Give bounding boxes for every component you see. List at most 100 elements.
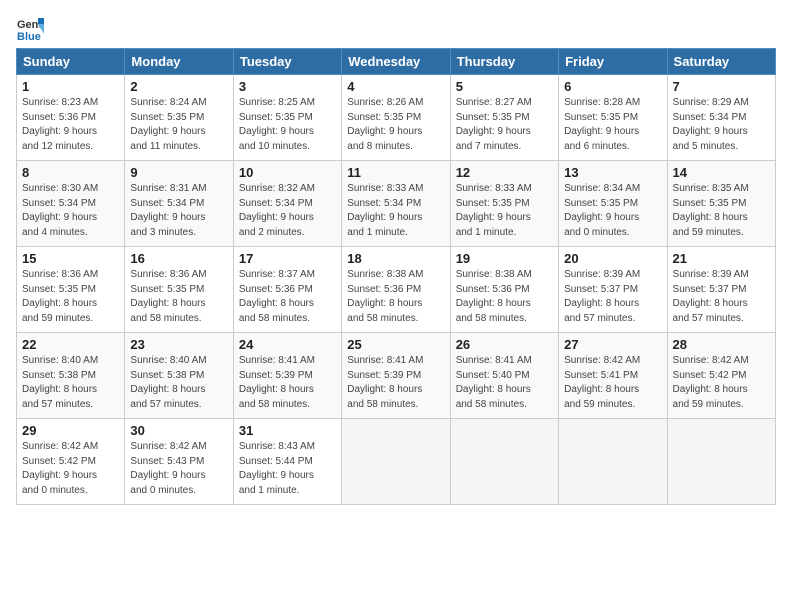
calendar-day-cell: 3 Sunrise: 8:25 AMSunset: 5:35 PMDaylight… bbox=[233, 75, 341, 161]
day-of-week-header: Tuesday bbox=[233, 49, 341, 75]
calendar-day-cell: 19 Sunrise: 8:38 AMSunset: 5:36 PMDayligh… bbox=[450, 247, 558, 333]
calendar-day-cell: 29 Sunrise: 8:42 AMSunset: 5:42 PMDayligh… bbox=[17, 419, 125, 505]
calendar-day-cell: 14Sunrise: 8:35 AMSunset: 5:35 PMDayligh… bbox=[667, 161, 775, 247]
calendar-day-cell: 23Sunrise: 8:40 AMSunset: 5:38 PMDayligh… bbox=[125, 333, 233, 419]
calendar-week-row: 15 Sunrise: 8:36 AMSunset: 5:35 PMDayligh… bbox=[17, 247, 776, 333]
day-info: Sunrise: 8:38 AMSunset: 5:36 PMDaylight:… bbox=[456, 268, 553, 326]
calendar-week-row: 29 Sunrise: 8:42 AMSunset: 5:42 PMDayligh… bbox=[17, 419, 776, 505]
calendar-day-cell bbox=[559, 419, 667, 505]
calendar-day-cell: 15 Sunrise: 8:36 AMSunset: 5:35 PMDayligh… bbox=[17, 247, 125, 333]
calendar-day-cell bbox=[667, 419, 775, 505]
calendar-day-cell: 7Sunrise: 8:29 AMSunset: 5:34 PMDaylight… bbox=[667, 75, 775, 161]
day-number: 25 bbox=[347, 337, 444, 352]
calendar-day-cell: 20Sunrise: 8:39 AMSunset: 5:37 PMDayligh… bbox=[559, 247, 667, 333]
day-number: 31 bbox=[239, 423, 336, 438]
calendar-day-cell: 11Sunrise: 8:33 AMSunset: 5:34 PMDayligh… bbox=[342, 161, 450, 247]
day-number: 18 bbox=[347, 251, 444, 266]
day-number: 10 bbox=[239, 165, 336, 180]
calendar-week-row: 1 Sunrise: 8:23 AMSunset: 5:36 PMDaylight… bbox=[17, 75, 776, 161]
calendar-week-row: 8Sunrise: 8:30 AMSunset: 5:34 PMDaylight… bbox=[17, 161, 776, 247]
day-of-week-header: Saturday bbox=[667, 49, 775, 75]
days-of-week-row: SundayMondayTuesdayWednesdayThursdayFrid… bbox=[17, 49, 776, 75]
day-number: 15 bbox=[22, 251, 119, 266]
day-info: Sunrise: 8:32 AMSunset: 5:34 PMDaylight:… bbox=[239, 182, 336, 240]
calendar-day-cell: 5Sunrise: 8:27 AMSunset: 5:35 PMDaylight… bbox=[450, 75, 558, 161]
calendar-day-cell: 28 Sunrise: 8:42 AMSunset: 5:42 PMDayligh… bbox=[667, 333, 775, 419]
day-info: Sunrise: 8:42 AMSunset: 5:43 PMDaylight:… bbox=[130, 440, 227, 498]
day-number: 9 bbox=[130, 165, 227, 180]
day-number: 16 bbox=[130, 251, 227, 266]
day-info: Sunrise: 8:39 AMSunset: 5:37 PMDaylight:… bbox=[564, 268, 661, 326]
calendar-week-row: 22 Sunrise: 8:40 AMSunset: 5:38 PMDayligh… bbox=[17, 333, 776, 419]
day-number: 6 bbox=[564, 79, 661, 94]
day-of-week-header: Thursday bbox=[450, 49, 558, 75]
day-number: 1 bbox=[22, 79, 119, 94]
calendar-body: 1 Sunrise: 8:23 AMSunset: 5:36 PMDaylight… bbox=[17, 75, 776, 505]
day-number: 12 bbox=[456, 165, 553, 180]
day-info: Sunrise: 8:42 AMSunset: 5:42 PMDaylight:… bbox=[673, 354, 770, 412]
day-number: 19 bbox=[456, 251, 553, 266]
calendar-table: SundayMondayTuesdayWednesdayThursdayFrid… bbox=[16, 48, 776, 505]
day-number: 13 bbox=[564, 165, 661, 180]
calendar-day-cell: 24Sunrise: 8:41 AMSunset: 5:39 PMDayligh… bbox=[233, 333, 341, 419]
calendar-day-cell: 1 Sunrise: 8:23 AMSunset: 5:36 PMDaylight… bbox=[17, 75, 125, 161]
calendar-day-cell bbox=[342, 419, 450, 505]
calendar-day-cell: 21Sunrise: 8:39 AMSunset: 5:37 PMDayligh… bbox=[667, 247, 775, 333]
logo-icon: General Blue bbox=[16, 14, 44, 42]
calendar-day-cell: 13 Sunrise: 8:34 AMSunset: 5:35 PMDayligh… bbox=[559, 161, 667, 247]
calendar-day-cell: 18 Sunrise: 8:38 AMSunset: 5:36 PMDayligh… bbox=[342, 247, 450, 333]
day-info: Sunrise: 8:33 AMSunset: 5:34 PMDaylight:… bbox=[347, 182, 444, 240]
day-number: 4 bbox=[347, 79, 444, 94]
day-info: Sunrise: 8:29 AMSunset: 5:34 PMDaylight:… bbox=[673, 96, 770, 154]
day-of-week-header: Sunday bbox=[17, 49, 125, 75]
calendar-header: SundayMondayTuesdayWednesdayThursdayFrid… bbox=[17, 49, 776, 75]
day-number: 3 bbox=[239, 79, 336, 94]
day-of-week-header: Friday bbox=[559, 49, 667, 75]
calendar-day-cell: 2 Sunrise: 8:24 AMSunset: 5:35 PMDaylight… bbox=[125, 75, 233, 161]
day-info: Sunrise: 8:41 AMSunset: 5:40 PMDaylight:… bbox=[456, 354, 553, 412]
day-info: Sunrise: 8:36 AMSunset: 5:35 PMDaylight:… bbox=[22, 268, 119, 326]
calendar-day-cell: 10 Sunrise: 8:32 AMSunset: 5:34 PMDayligh… bbox=[233, 161, 341, 247]
day-number: 5 bbox=[456, 79, 553, 94]
svg-text:Blue: Blue bbox=[17, 31, 41, 42]
calendar-day-cell: 25 Sunrise: 8:41 AMSunset: 5:39 PMDayligh… bbox=[342, 333, 450, 419]
day-number: 28 bbox=[673, 337, 770, 352]
day-number: 22 bbox=[22, 337, 119, 352]
day-info: Sunrise: 8:42 AMSunset: 5:42 PMDaylight:… bbox=[22, 440, 119, 498]
day-number: 2 bbox=[130, 79, 227, 94]
calendar-day-cell: 31 Sunrise: 8:43 AMSunset: 5:44 PMDayligh… bbox=[233, 419, 341, 505]
day-info: Sunrise: 8:36 AMSunset: 5:35 PMDaylight:… bbox=[130, 268, 227, 326]
day-info: Sunrise: 8:25 AMSunset: 5:35 PMDaylight:… bbox=[239, 96, 336, 154]
day-info: Sunrise: 8:41 AMSunset: 5:39 PMDaylight:… bbox=[347, 354, 444, 412]
day-number: 23 bbox=[130, 337, 227, 352]
page-container: General Blue SundayMondayTuesdayWednesda… bbox=[0, 0, 792, 515]
day-of-week-header: Monday bbox=[125, 49, 233, 75]
calendar-day-cell bbox=[450, 419, 558, 505]
day-info: Sunrise: 8:40 AMSunset: 5:38 PMDaylight:… bbox=[22, 354, 119, 412]
day-number: 21 bbox=[673, 251, 770, 266]
calendar-day-cell: 16 Sunrise: 8:36 AMSunset: 5:35 PMDayligh… bbox=[125, 247, 233, 333]
day-info: Sunrise: 8:43 AMSunset: 5:44 PMDaylight:… bbox=[239, 440, 336, 498]
day-number: 27 bbox=[564, 337, 661, 352]
day-info: Sunrise: 8:41 AMSunset: 5:39 PMDaylight:… bbox=[239, 354, 336, 412]
calendar-day-cell: 26 Sunrise: 8:41 AMSunset: 5:40 PMDayligh… bbox=[450, 333, 558, 419]
day-info: Sunrise: 8:23 AMSunset: 5:36 PMDaylight:… bbox=[22, 96, 119, 154]
day-info: Sunrise: 8:42 AMSunset: 5:41 PMDaylight:… bbox=[564, 354, 661, 412]
day-info: Sunrise: 8:28 AMSunset: 5:35 PMDaylight:… bbox=[564, 96, 661, 154]
day-info: Sunrise: 8:26 AMSunset: 5:35 PMDaylight:… bbox=[347, 96, 444, 154]
day-info: Sunrise: 8:34 AMSunset: 5:35 PMDaylight:… bbox=[564, 182, 661, 240]
calendar-day-cell: 27 Sunrise: 8:42 AMSunset: 5:41 PMDayligh… bbox=[559, 333, 667, 419]
calendar-day-cell: 30Sunrise: 8:42 AMSunset: 5:43 PMDayligh… bbox=[125, 419, 233, 505]
calendar-day-cell: 12Sunrise: 8:33 AMSunset: 5:35 PMDayligh… bbox=[450, 161, 558, 247]
day-info: Sunrise: 8:30 AMSunset: 5:34 PMDaylight:… bbox=[22, 182, 119, 240]
day-number: 26 bbox=[456, 337, 553, 352]
calendar-day-cell: 4 Sunrise: 8:26 AMSunset: 5:35 PMDaylight… bbox=[342, 75, 450, 161]
day-info: Sunrise: 8:35 AMSunset: 5:35 PMDaylight:… bbox=[673, 182, 770, 240]
day-info: Sunrise: 8:38 AMSunset: 5:36 PMDaylight:… bbox=[347, 268, 444, 326]
day-number: 17 bbox=[239, 251, 336, 266]
day-info: Sunrise: 8:24 AMSunset: 5:35 PMDaylight:… bbox=[130, 96, 227, 154]
day-of-week-header: Wednesday bbox=[342, 49, 450, 75]
calendar-day-cell: 8Sunrise: 8:30 AMSunset: 5:34 PMDaylight… bbox=[17, 161, 125, 247]
day-number: 29 bbox=[22, 423, 119, 438]
calendar-day-cell: 17Sunrise: 8:37 AMSunset: 5:36 PMDayligh… bbox=[233, 247, 341, 333]
